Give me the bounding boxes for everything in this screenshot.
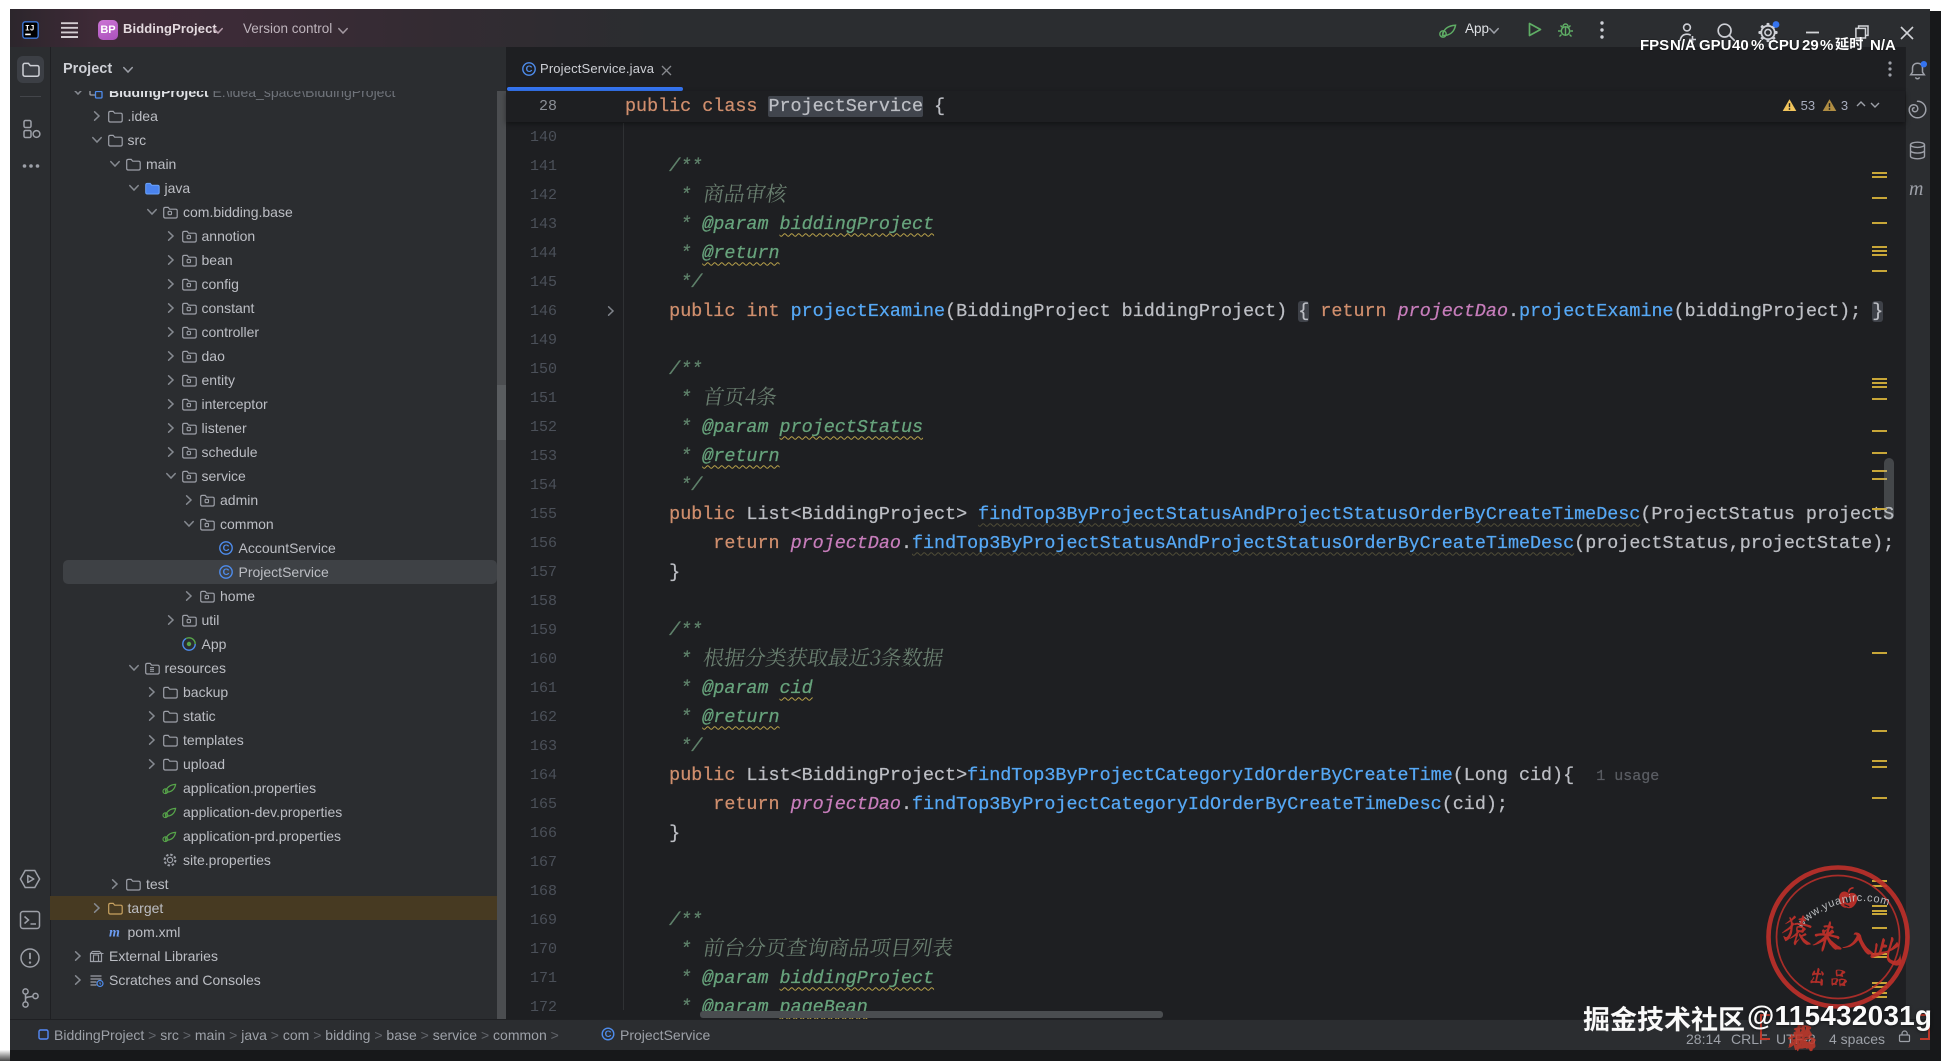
svg-text:C: C [222, 567, 229, 578]
svg-text:C: C [605, 1029, 612, 1040]
svg-text:IJ: IJ [25, 25, 35, 34]
svg-text:m: m [109, 926, 120, 941]
svg-text:C: C [222, 543, 229, 554]
svg-text:C: C [526, 64, 533, 75]
